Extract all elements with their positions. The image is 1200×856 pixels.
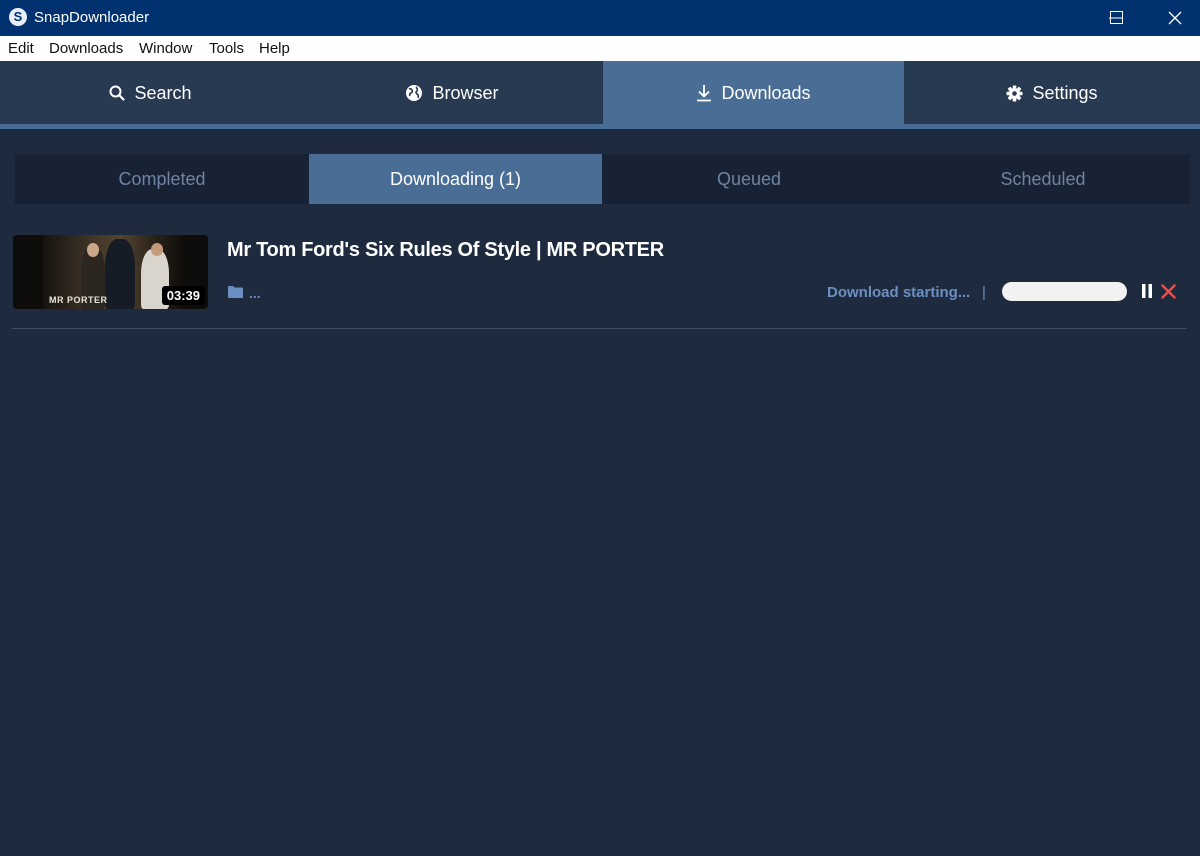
title-bar: S SnapDownloader [0,0,1200,36]
subtab-downloading[interactable]: Downloading (1) [309,154,602,204]
download-item: MR PORTER 03:39 Mr Tom Ford's Six Rules … [12,235,1187,329]
close-window-button[interactable] [1146,0,1200,36]
close-icon [1168,11,1182,25]
app-logo-icon: S [9,8,27,26]
thumbnail-brand: MR PORTER [49,295,108,305]
tab-browser[interactable]: Browser [301,61,603,125]
tab-downloads[interactable]: Downloads [603,61,904,125]
tab-settings-label: Settings [1032,82,1098,103]
download-title: Mr Tom Ford's Six Rules Of Style | MR PO… [227,239,664,261]
main-tab-bar: Search Browser Downloads Settings [0,61,1200,125]
pause-icon[interactable] [1141,284,1153,298]
search-icon [109,85,126,101]
status-separator: | [982,284,986,301]
menu-help[interactable]: Help [259,40,290,57]
tab-search[interactable]: Search [0,61,301,125]
maximize-button[interactable] [1090,0,1144,36]
tab-browser-label: Browser [432,82,499,103]
gear-icon [1006,85,1023,101]
download-status: Download starting... [827,284,971,301]
tab-underline [0,124,1200,129]
menu-downloads[interactable]: Downloads [49,40,123,57]
maximize-icon [1110,11,1123,24]
tab-settings[interactable]: Settings [904,61,1200,125]
folder-icon[interactable] [228,285,243,298]
cancel-download-icon[interactable] [1161,284,1176,299]
download-path[interactable]: ... [249,285,261,301]
download-icon [697,85,712,102]
download-progress-bar [1002,282,1127,301]
subtab-queued[interactable]: Queued [602,154,896,204]
subtab-completed[interactable]: Completed [15,154,309,204]
window-title: SnapDownloader [34,9,150,26]
menu-edit[interactable]: Edit [8,40,34,57]
subtab-scheduled[interactable]: Scheduled [896,154,1190,204]
tab-search-label: Search [134,82,192,103]
video-duration: 03:39 [161,286,205,305]
menu-bar: Edit Downloads Window Tools Help [0,36,1200,61]
video-thumbnail[interactable]: MR PORTER 03:39 [13,235,208,309]
globe-icon [406,85,423,101]
sub-tab-bar: Completed Downloading (1) Queued Schedul… [15,154,1190,204]
menu-tools[interactable]: Tools [209,40,244,57]
menu-window[interactable]: Window [139,40,192,57]
tab-downloads-label: Downloads [721,82,811,103]
